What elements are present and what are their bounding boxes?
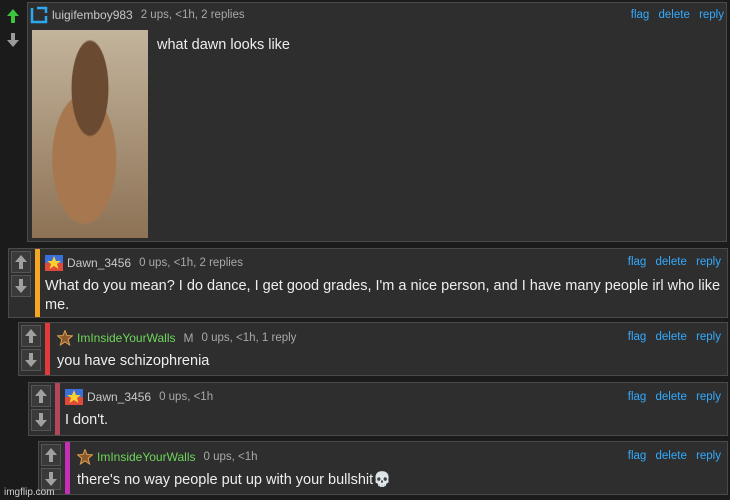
vote-column	[41, 444, 63, 492]
upvote-button[interactable]	[3, 5, 23, 27]
comment-2: Dawn_3456 0 ups, <1h, 2 replies flag del…	[8, 248, 728, 318]
upvote-button[interactable]	[21, 325, 41, 347]
reply-link[interactable]: reply	[696, 391, 721, 403]
comment-3: ImInsideYourWalls M 0 ups, <1h, 1 reply …	[18, 322, 728, 376]
reply-link[interactable]: reply	[696, 256, 721, 268]
reply-link[interactable]: reply	[696, 450, 721, 462]
comment-text: I don't.	[65, 412, 109, 428]
comment-actions: flag delete reply	[625, 9, 724, 21]
vote-column	[3, 5, 25, 53]
star-badge-icon	[57, 330, 73, 346]
comment-4: Dawn_3456 0 ups, <1h flag delete reply I…	[28, 382, 728, 436]
comment-meta: luigifemboy983 2 ups, <1h, 2 replies	[30, 6, 245, 24]
arrow-up-icon	[15, 255, 27, 269]
star-badge-icon	[45, 255, 63, 271]
arrow-down-icon	[7, 33, 19, 47]
arrow-down-icon	[15, 279, 27, 293]
comment-stats: 0 ups, <1h	[203, 451, 258, 463]
flag-link[interactable]: flag	[628, 331, 647, 343]
username-link[interactable]: Dawn_3456	[67, 256, 131, 270]
delete-link[interactable]: delete	[659, 9, 690, 21]
comment-text: there's no way people put up with your b…	[77, 472, 392, 488]
flag-link[interactable]: flag	[628, 450, 647, 462]
comment-actions: flag delete reply	[622, 391, 721, 403]
nesting-bar	[55, 383, 60, 435]
nesting-bar	[65, 442, 70, 494]
downvote-button[interactable]	[31, 409, 51, 431]
star-badge-icon	[77, 449, 93, 465]
username-link[interactable]: ImInsideYourWalls	[77, 331, 175, 345]
nesting-bar	[35, 249, 40, 317]
downvote-button[interactable]	[3, 29, 23, 51]
reply-link[interactable]: reply	[696, 331, 721, 343]
arrow-up-icon	[45, 448, 57, 462]
arrow-down-icon	[35, 413, 47, 427]
upvote-button[interactable]	[41, 444, 61, 466]
flag-link[interactable]: flag	[628, 391, 647, 403]
comment-stats: 0 ups, <1h, 1 reply	[201, 332, 297, 344]
star-badge-icon	[65, 389, 83, 405]
comment-text: what dawn looks like	[157, 37, 290, 53]
comment-text: you have schizophrenia	[57, 353, 210, 369]
username-link[interactable]: Dawn_3456	[87, 390, 151, 404]
username-link[interactable]: luigifemboy983	[52, 8, 133, 22]
flag-link[interactable]: flag	[628, 256, 647, 268]
comment-actions: flag delete reply	[622, 331, 721, 343]
arrow-up-icon	[25, 329, 37, 343]
upvote-button[interactable]	[31, 385, 51, 407]
username-link[interactable]: ImInsideYourWalls	[97, 450, 195, 464]
vote-column	[11, 251, 33, 299]
comment-image[interactable]	[32, 30, 148, 238]
downvote-button[interactable]	[11, 275, 31, 297]
comment-meta: ImInsideYourWalls 0 ups, <1h	[77, 449, 258, 465]
comment-meta: ImInsideYourWalls M 0 ups, <1h, 1 reply	[57, 330, 296, 346]
comment-stats: 2 ups, <1h, 2 replies	[140, 9, 245, 21]
vote-column	[31, 385, 53, 433]
upvote-button[interactable]	[11, 251, 31, 273]
delete-link[interactable]: delete	[656, 391, 687, 403]
arrow-down-icon	[45, 472, 57, 486]
comment-meta: Dawn_3456 0 ups, <1h, 2 replies	[45, 255, 243, 271]
comment-5: ImInsideYourWalls 0 ups, <1h flag delete…	[38, 441, 728, 495]
comment-stats: 0 ups, <1h, 2 replies	[139, 257, 243, 269]
comment-actions: flag delete reply	[622, 450, 721, 462]
delete-link[interactable]: delete	[656, 450, 687, 462]
comment-stats: 0 ups, <1h	[159, 391, 214, 403]
vote-column	[21, 325, 43, 373]
comment-meta: Dawn_3456 0 ups, <1h	[65, 389, 213, 405]
avatar-icon[interactable]	[30, 6, 48, 24]
flag-link[interactable]: flag	[631, 9, 650, 21]
comment-1: luigifemboy983 2 ups, <1h, 2 replies fla…	[0, 0, 730, 245]
comment-text: What do you mean? I do dance, I get good…	[45, 278, 721, 313]
arrow-down-icon	[25, 353, 37, 367]
downvote-button[interactable]	[21, 349, 41, 371]
reply-link[interactable]: reply	[699, 9, 724, 21]
delete-link[interactable]: delete	[656, 256, 687, 268]
delete-link[interactable]: delete	[656, 331, 687, 343]
watermark: imgflip.com	[4, 487, 55, 498]
comment-actions: flag delete reply	[622, 256, 721, 268]
mod-badge: M	[183, 331, 194, 345]
arrow-up-icon	[7, 9, 19, 23]
nesting-bar	[45, 323, 50, 375]
arrow-up-icon	[35, 389, 47, 403]
